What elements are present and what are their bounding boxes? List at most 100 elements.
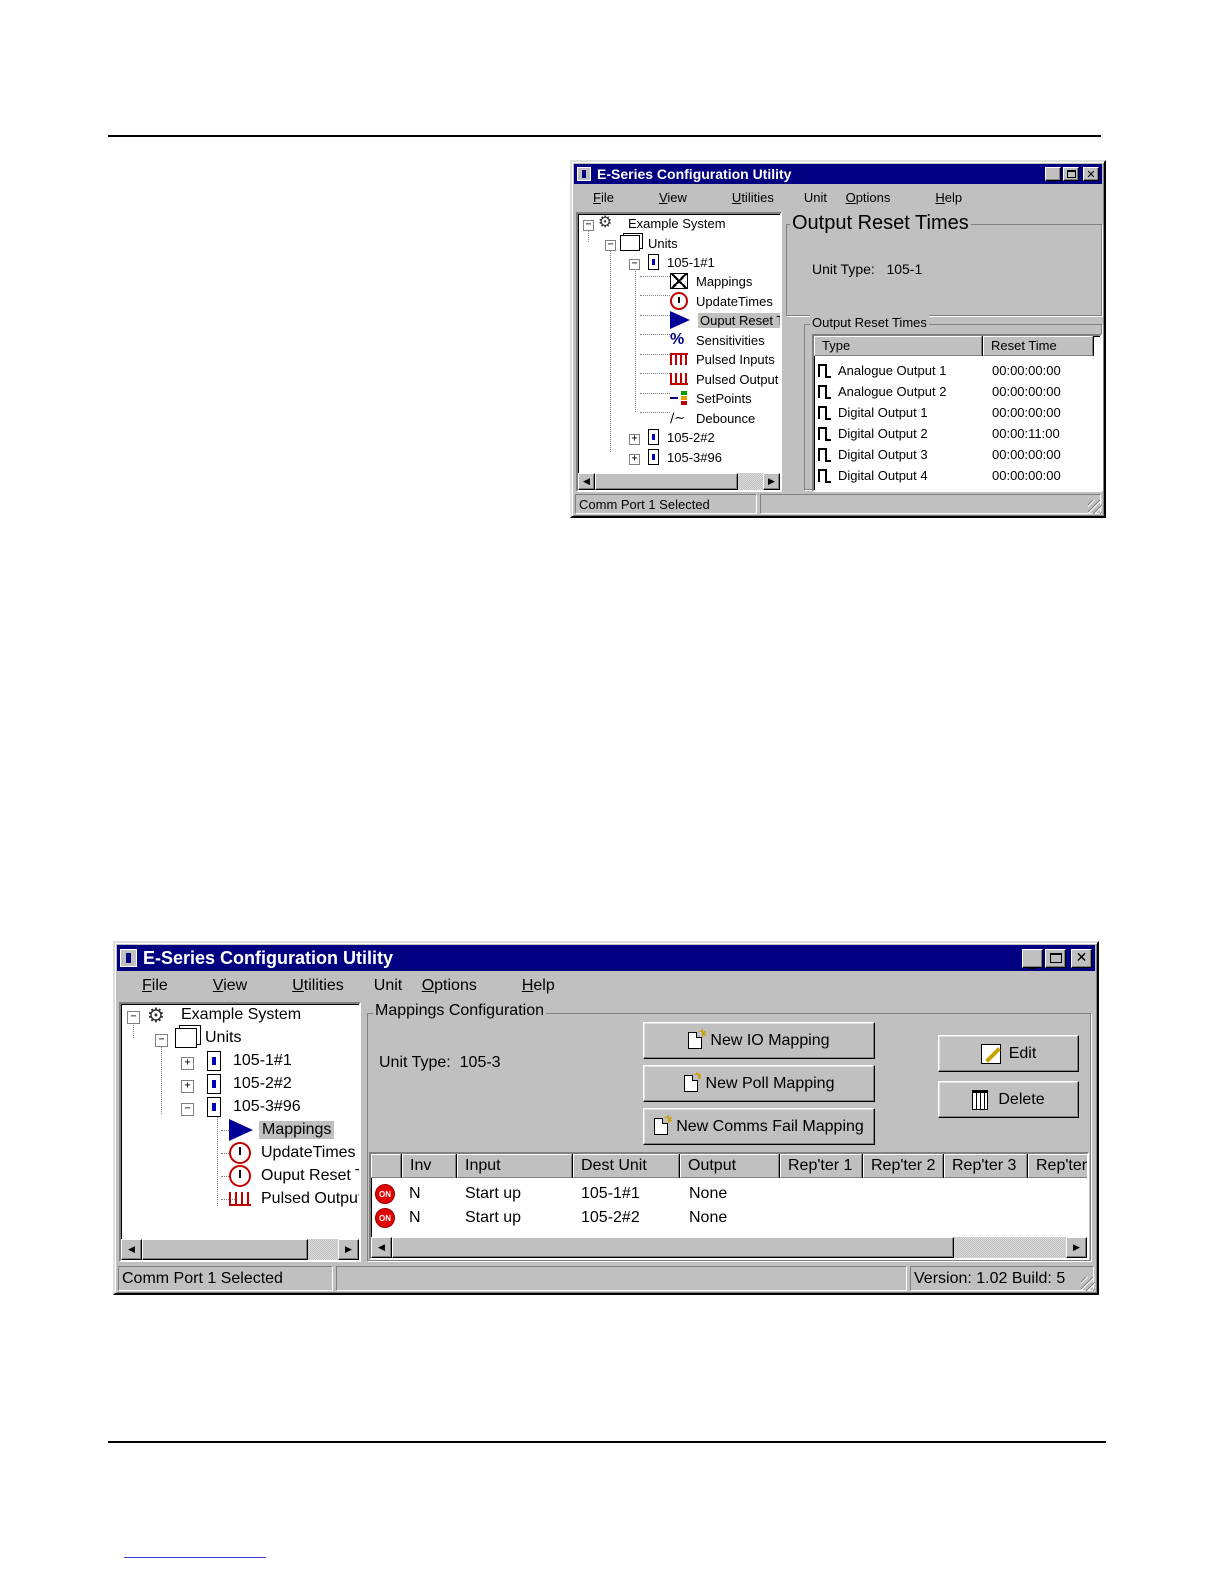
clock-icon — [229, 1142, 251, 1164]
tree-item-output-reset-times[interactable]: Ouput Reset T — [229, 1165, 359, 1187]
new-comms-fail-mapping-button[interactable]: ✱ New Comms Fail Mapping — [643, 1108, 875, 1145]
new-poll-mapping-button[interactable]: ✱ New Poll Mapping — [643, 1065, 875, 1102]
column-header-inv[interactable]: Inv — [402, 1154, 456, 1178]
resize-grip[interactable] — [1081, 1277, 1095, 1291]
column-header-output[interactable]: Output — [680, 1154, 779, 1178]
tree-item-example-system[interactable]: ⚙ Example System — [598, 214, 728, 232]
scroll-left-button[interactable]: ◀ — [371, 1237, 392, 1258]
menu-unit-options[interactable]: Unit Options — [374, 977, 492, 995]
table-row[interactable]: ON N Start up 105-2#2 None — [375, 1206, 1075, 1230]
table-row[interactable]: Digital Output 3 00:00:00:00 — [818, 444, 1098, 464]
tree-expand-unit1[interactable]: + — [181, 1057, 194, 1070]
menu-help[interactable]: Help — [920, 190, 977, 205]
table-row[interactable]: Digital Output 4 00:00:00:00 — [818, 465, 1098, 485]
scroll-left-button[interactable]: ◀ — [121, 1239, 142, 1260]
tree-item-unit-105-1-1[interactable]: 105-1#1 — [648, 253, 717, 271]
tree-item-unit-105-3-96[interactable]: 105-3#96 — [648, 448, 724, 466]
new-io-mapping-button[interactable]: ✱ New IO Mapping — [643, 1022, 875, 1059]
scroll-right-button[interactable]: ▶ — [338, 1239, 359, 1260]
tree-item-pulsed-inputs[interactable]: Pulsed Inputs — [670, 350, 777, 368]
scroll-right-button[interactable]: ▶ — [763, 473, 780, 490]
menu-file[interactable]: File — [127, 977, 183, 995]
tree-item-mappings[interactable]: Mappings — [670, 272, 754, 290]
table-row[interactable]: ON N Start up 105-1#1 None — [375, 1182, 1075, 1206]
title-bar[interactable]: E-Series Configuration Utility _ ✕ — [117, 945, 1095, 971]
scroll-thumb[interactable] — [595, 473, 738, 490]
tree-horizontal-scrollbar[interactable]: ◀ ▶ — [578, 473, 780, 490]
clock-icon — [229, 1165, 251, 1187]
tree-item-mappings[interactable]: Mappings — [229, 1119, 335, 1141]
tree-collapse-root[interactable]: − — [127, 1011, 140, 1024]
minimize-button[interactable]: _ — [1022, 948, 1043, 969]
close-button[interactable]: ✕ — [1071, 948, 1092, 968]
scroll-left-button[interactable]: ◀ — [578, 473, 595, 490]
menu-view[interactable]: View — [644, 190, 702, 205]
tree-view[interactable]: − ⚙ Example System − Units − 105-1#1 Map… — [576, 212, 782, 492]
column-header-repeater-1[interactable]: Rep'ter 1 — [780, 1154, 862, 1178]
tree-item-update-times[interactable]: UpdateTimes — [229, 1142, 358, 1164]
menu-file[interactable]: File — [578, 190, 629, 205]
tree-item-unit-105-3-96[interactable]: 105-3#96 — [207, 1096, 303, 1118]
tree-collapse-unit1[interactable]: − — [629, 259, 640, 270]
table-row[interactable]: Digital Output 2 00:00:11:00 — [818, 423, 1098, 443]
tree-view[interactable]: − ⚙ Example System − Units + 105-1#1 + 1… — [119, 1002, 361, 1262]
tree-collapse-unit3[interactable]: − — [181, 1103, 194, 1116]
close-button[interactable]: ✕ — [1083, 167, 1099, 181]
table-row[interactable]: Digital Output 1 00:00:00:00 — [818, 402, 1098, 422]
tree-item-unit-105-2-2[interactable]: 105-2#2 — [207, 1073, 294, 1095]
edit-button[interactable]: Edit — [938, 1035, 1079, 1072]
tree-item-unit-105-1-1[interactable]: 105-1#1 — [207, 1050, 294, 1072]
maximize-button[interactable] — [1063, 167, 1079, 181]
tree-item-setpoints[interactable]: SetPoints — [670, 389, 754, 407]
tree-collapse-root[interactable]: − — [583, 220, 594, 231]
table-row[interactable]: Analogue Output 2 00:00:00:00 — [818, 381, 1098, 401]
column-header-repeater-3[interactable]: Rep'ter 3 — [944, 1154, 1027, 1178]
minimize-button[interactable]: _ — [1045, 167, 1061, 182]
tree-item-units[interactable]: Units — [620, 234, 680, 252]
app-icon[interactable] — [577, 167, 591, 181]
tree-expand-unit3[interactable]: + — [629, 454, 640, 465]
tree-expand-unit2[interactable]: + — [181, 1080, 194, 1093]
units-icon — [620, 235, 640, 251]
tree-collapse-units[interactable]: − — [605, 240, 616, 251]
scroll-thumb[interactable] — [142, 1239, 308, 1260]
tree-item-pulsed-output[interactable]: Pulsed Output — [229, 1188, 359, 1210]
menu-utilities[interactable]: Utilities — [717, 190, 789, 205]
column-header-repeater-4[interactable]: Rep'ter — [1028, 1154, 1087, 1178]
status-comm-port: Comm Port 1 Selected — [575, 494, 757, 514]
tree-item-units[interactable]: Units — [175, 1027, 243, 1049]
app-icon[interactable] — [120, 949, 137, 967]
column-header-dest-unit[interactable]: Dest Unit — [573, 1154, 679, 1178]
menu-unit-options[interactable]: Unit Options — [804, 190, 906, 205]
scroll-thumb[interactable] — [392, 1237, 954, 1258]
reset-times-list[interactable]: Type Reset Time Analogue Output 1 00:00:… — [812, 334, 1102, 492]
menu-utilities[interactable]: Utilities — [277, 977, 359, 995]
maximize-button[interactable] — [1045, 948, 1066, 968]
tree-item-debounce[interactable]: ∕∼ Debounce — [670, 409, 757, 427]
resize-grip[interactable] — [1088, 500, 1102, 514]
tree-item-pulsed-output[interactable]: Pulsed Output — [670, 370, 780, 388]
window-mappings-configuration: E-Series Configuration Utility _ ✕ File … — [113, 941, 1099, 1295]
delete-button[interactable]: Delete — [938, 1081, 1079, 1118]
tree-item-output-reset-times[interactable]: Ouput Reset T — [670, 311, 780, 329]
list-horizontal-scrollbar[interactable]: ◀ ▶ — [371, 1237, 1087, 1258]
tree-collapse-units[interactable]: − — [155, 1034, 168, 1047]
column-header-status[interactable] — [371, 1154, 401, 1178]
scroll-right-button[interactable]: ▶ — [1066, 1237, 1087, 1258]
tree-expand-unit2[interactable]: + — [629, 434, 640, 445]
menu-view[interactable]: View — [198, 977, 262, 995]
tree-item-unit-105-2-2[interactable]: 105-2#2 — [648, 428, 717, 446]
table-row[interactable]: Analogue Output 1 00:00:00:00 — [818, 360, 1098, 380]
footer-link-underline[interactable] — [124, 1557, 266, 1558]
mappings-list[interactable]: Inv Input Dest Unit Output Rep'ter 1 Rep… — [369, 1152, 1089, 1260]
tree-item-example-system[interactable]: ⚙ Example System — [147, 1004, 303, 1026]
menu-help[interactable]: Help — [507, 977, 570, 995]
column-header-input[interactable]: Input — [457, 1154, 572, 1178]
title-bar[interactable]: E-Series Configuration Utility _ ✕ — [574, 164, 1102, 184]
tree-item-sensitivities[interactable]: % Sensitivities — [670, 331, 767, 349]
tree-item-update-times[interactable]: UpdateTimes — [670, 292, 775, 310]
column-header-repeater-2[interactable]: Rep'ter 2 — [863, 1154, 943, 1178]
tree-horizontal-scrollbar[interactable]: ◀ ▶ — [121, 1239, 359, 1260]
column-header-type[interactable]: Type — [814, 336, 982, 356]
column-header-reset-time[interactable]: Reset Time — [983, 336, 1093, 356]
